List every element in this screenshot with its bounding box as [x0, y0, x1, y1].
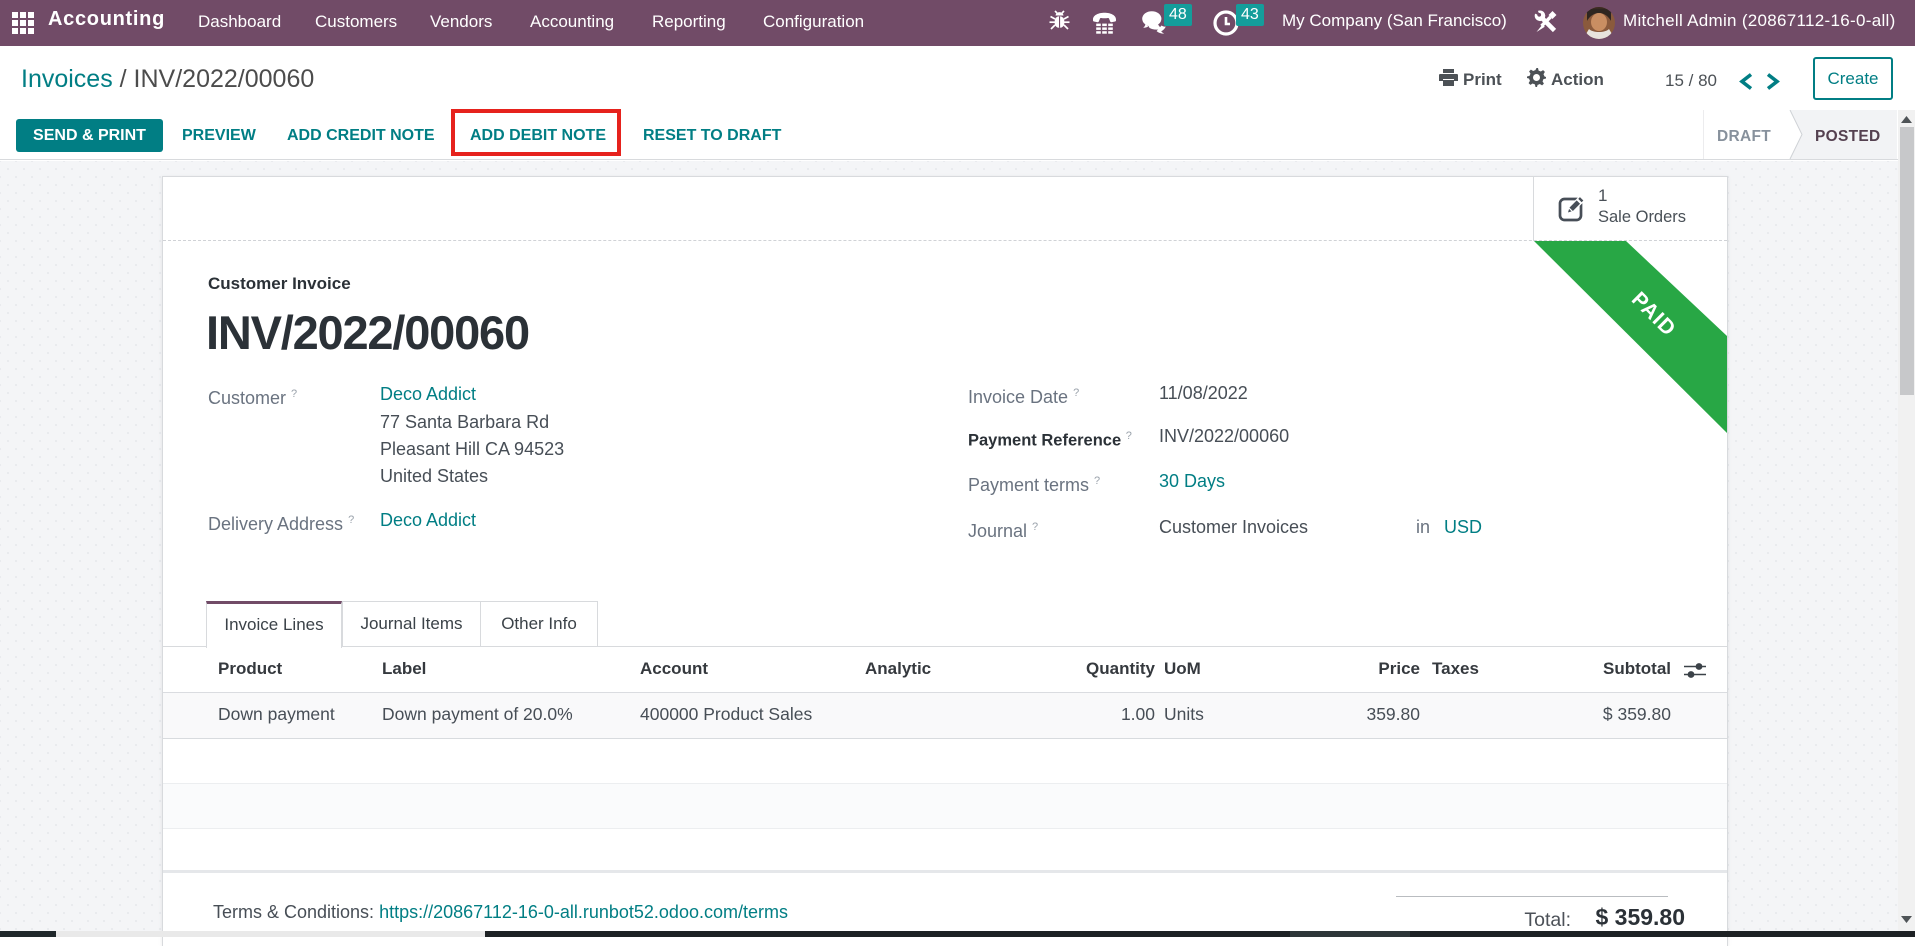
svg-text:PAID: PAID [1627, 288, 1680, 341]
svg-text:DRAFT: DRAFT [1717, 128, 1771, 145]
svg-text:POSTED: POSTED [1815, 128, 1881, 145]
